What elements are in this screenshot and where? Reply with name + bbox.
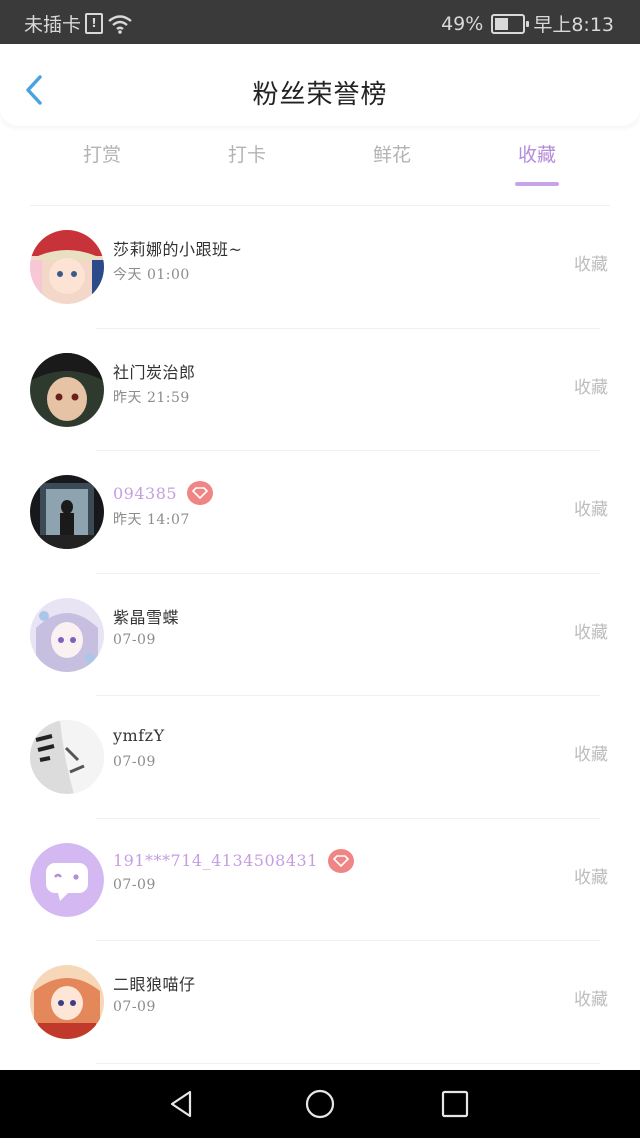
name-line: 社门炭治郎	[113, 359, 196, 383]
nav-recents-icon[interactable]	[439, 1088, 471, 1120]
tab-reward[interactable]: 打赏	[62, 140, 142, 186]
vip-diamond-icon	[327, 848, 354, 873]
list-item[interactable]: 社门炭治郎 昨天 21:59 收藏	[0, 329, 640, 451]
name-line: 莎莉娜的小跟班~	[113, 236, 242, 260]
page-title: 粉丝荣誉榜	[252, 80, 388, 110]
avatar	[30, 597, 104, 672]
favorite-label: 收藏	[574, 500, 608, 520]
battery-level	[495, 17, 509, 30]
favorite-label: 收藏	[574, 990, 608, 1010]
nav-home-icon[interactable]	[304, 1088, 336, 1120]
tab-label: 打卡	[227, 144, 266, 166]
list-item[interactable]: 莎莉娜的小跟班~ 今天 01:00 收藏	[0, 206, 640, 329]
favorite-label: 收藏	[574, 622, 608, 643]
list-item[interactable]: 二眼狼喵仔 07-09 收藏	[0, 941, 640, 1064]
fan-name: 191***714_4134508431	[113, 851, 318, 870]
list-item[interactable]: 紫晶雪蝶 07-09 收藏	[0, 574, 640, 696]
tab-favorites[interactable]: 收藏	[497, 140, 577, 186]
favorite-label: 收藏	[574, 867, 608, 888]
status-right: 49% 早上8:13	[441, 10, 614, 37]
name-line: 二眼狼喵仔	[113, 971, 196, 995]
tab-flowers[interactable]: 鲜花	[352, 140, 432, 186]
fan-time: 昨天 14:07	[113, 512, 190, 528]
vip-diamond-icon	[187, 481, 214, 505]
status-left: 未插卡 !	[24, 10, 133, 37]
avatar	[30, 352, 104, 427]
fan-name: 社门炭治郎	[113, 362, 196, 382]
avatar	[30, 230, 104, 304]
tab-label: 打赏	[82, 144, 121, 166]
fan-time: 07-09	[113, 631, 156, 648]
avatar	[30, 842, 104, 917]
favorite-label: 收藏	[574, 255, 608, 275]
name-line: 191***714_4134508431	[113, 848, 354, 873]
fan-list: 莎莉娜的小跟班~ 今天 01:00 收藏 社门炭治郎 昨天 21:59 收藏 0…	[0, 206, 640, 1064]
favorite-label: 收藏	[574, 745, 608, 765]
fan-time: 昨天 21:59	[113, 389, 190, 406]
clock: 早上8:13	[533, 14, 614, 36]
battery-icon	[491, 13, 530, 34]
fan-name: ymfzY	[113, 726, 165, 745]
fan-name: 紫晶雪蝶	[113, 607, 180, 627]
navigation-bar	[0, 1070, 640, 1138]
fan-name: 094385	[113, 483, 178, 503]
tab-label: 鲜花	[372, 144, 411, 166]
list-item[interactable]: ymfzY 07-09 收藏	[0, 696, 640, 819]
list-item[interactable]: 191***714_4134508431 07-09 收藏	[0, 819, 640, 941]
fan-name: 莎莉娜的小跟班~	[113, 240, 243, 259]
battery-percent: 49%	[441, 12, 484, 35]
avatar	[30, 720, 104, 794]
name-line: 紫晶雪蝶	[113, 604, 179, 628]
favorite-label: 收藏	[574, 377, 608, 398]
tab-checkin[interactable]: 打卡	[207, 140, 287, 186]
tab-active-indicator	[515, 182, 559, 186]
fan-time: 今天 01:00	[113, 267, 190, 283]
header: 粉丝荣誉榜	[0, 44, 640, 126]
avatar	[30, 475, 104, 549]
nav-back-icon[interactable]	[166, 1088, 198, 1120]
name-line: 094385	[113, 481, 214, 505]
avatar	[30, 965, 104, 1039]
list-item[interactable]: 094385 昨天 14:07 收藏	[0, 451, 640, 574]
fan-time: 07-09	[113, 876, 156, 893]
carrier-text: 未插卡	[24, 14, 82, 36]
fan-time: 07-09	[113, 999, 156, 1015]
fan-name: 二眼狼喵仔	[113, 975, 196, 994]
tab-bar: 打赏 打卡 鲜花 收藏	[30, 140, 610, 188]
fan-time: 07-09	[113, 754, 156, 770]
wifi-icon	[108, 14, 132, 34]
tab-label: 收藏	[517, 144, 556, 166]
row-divider	[96, 1062, 600, 1064]
status-bar: 未插卡 ! 49% 早上8:13	[0, 0, 640, 44]
sim-alert-icon: !	[85, 13, 104, 34]
name-line: ymfzY	[113, 726, 165, 745]
